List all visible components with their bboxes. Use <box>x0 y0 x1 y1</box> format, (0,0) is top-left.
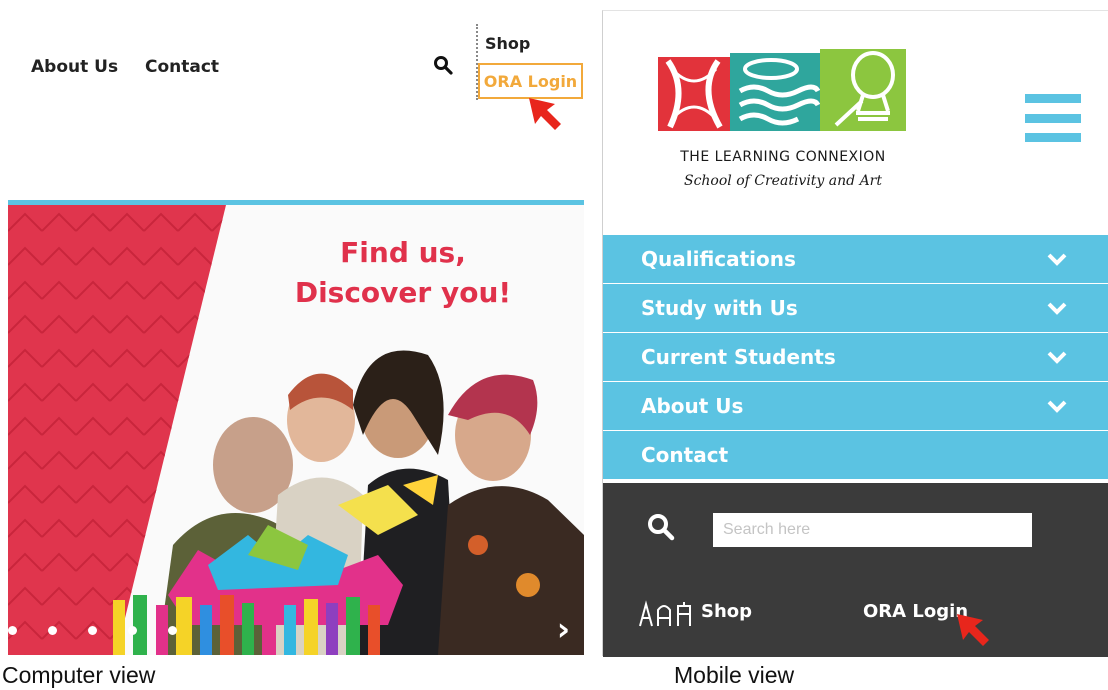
slide-dot[interactable] <box>48 626 57 635</box>
mobile-footer-panel: Shop ORA Login <box>603 483 1108 657</box>
footer-shop-link[interactable]: Shop <box>701 601 752 622</box>
menu-item-about-us[interactable]: About Us <box>603 382 1108 431</box>
computer-view: About Us Contact Shop ORA Login Find us,… <box>0 0 590 660</box>
search-input[interactable] <box>713 513 1032 547</box>
brand-name: THE LEARNING CONNEXION <box>680 149 886 165</box>
menu-item-contact[interactable]: Contact <box>603 431 1108 480</box>
chevron-down-icon[interactable] <box>1047 252 1067 266</box>
mobile-menu: Qualifications Study with Us Current Stu… <box>603 235 1108 480</box>
menu-item-qualifications[interactable]: Qualifications <box>603 235 1108 284</box>
chevron-down-icon[interactable] <box>1047 301 1067 315</box>
nav-contact[interactable]: Contact <box>145 57 219 77</box>
nav-about-us[interactable]: About Us <box>31 57 118 77</box>
red-arrow-icon <box>957 614 989 646</box>
mobile-view-caption: Mobile view <box>674 662 795 688</box>
menu-item-label: Current Students <box>641 345 836 369</box>
menu-item-label: Qualifications <box>641 247 796 271</box>
mobile-view: THE LEARNING CONNEXION School of Creativ… <box>602 10 1108 657</box>
slide-dot[interactable] <box>88 626 97 635</box>
menu-item-current-students[interactable]: Current Students <box>603 333 1108 382</box>
hero-heading: Find us, Discover you! <box>258 233 548 313</box>
logo[interactable] <box>658 49 908 135</box>
brand-tagline: School of Creativity and Art <box>683 173 882 189</box>
computer-view-caption: Computer view <box>2 662 156 688</box>
art-tools-icon[interactable] <box>636 600 698 628</box>
slide-indicators <box>8 626 177 635</box>
chevron-down-icon[interactable] <box>1047 399 1067 413</box>
hero-carousel[interactable]: Find us, Discover you! › <box>8 205 584 655</box>
hamburger-icon[interactable] <box>1025 94 1081 142</box>
chevron-down-icon[interactable] <box>1047 350 1067 364</box>
menu-item-study-with-us[interactable]: Study with Us <box>603 284 1108 333</box>
hamburger-bar <box>1025 133 1081 142</box>
hero-heading-line2: Discover you! <box>294 276 512 309</box>
nav-shop[interactable]: Shop <box>485 34 530 53</box>
search-icon[interactable] <box>647 513 675 541</box>
slide-dot[interactable] <box>128 626 137 635</box>
menu-item-label: About Us <box>641 394 744 418</box>
hero-heading-line1: Find us, <box>340 236 466 269</box>
menu-item-label: Study with Us <box>641 296 798 320</box>
search-icon[interactable] <box>433 55 453 75</box>
red-arrow-icon <box>529 98 561 130</box>
slide-dot[interactable] <box>8 626 17 635</box>
chevron-right-icon[interactable]: › <box>557 613 570 645</box>
menu-item-label: Contact <box>641 443 729 467</box>
hamburger-bar <box>1025 94 1081 103</box>
slide-dot[interactable] <box>168 626 177 635</box>
hamburger-bar <box>1025 113 1081 123</box>
